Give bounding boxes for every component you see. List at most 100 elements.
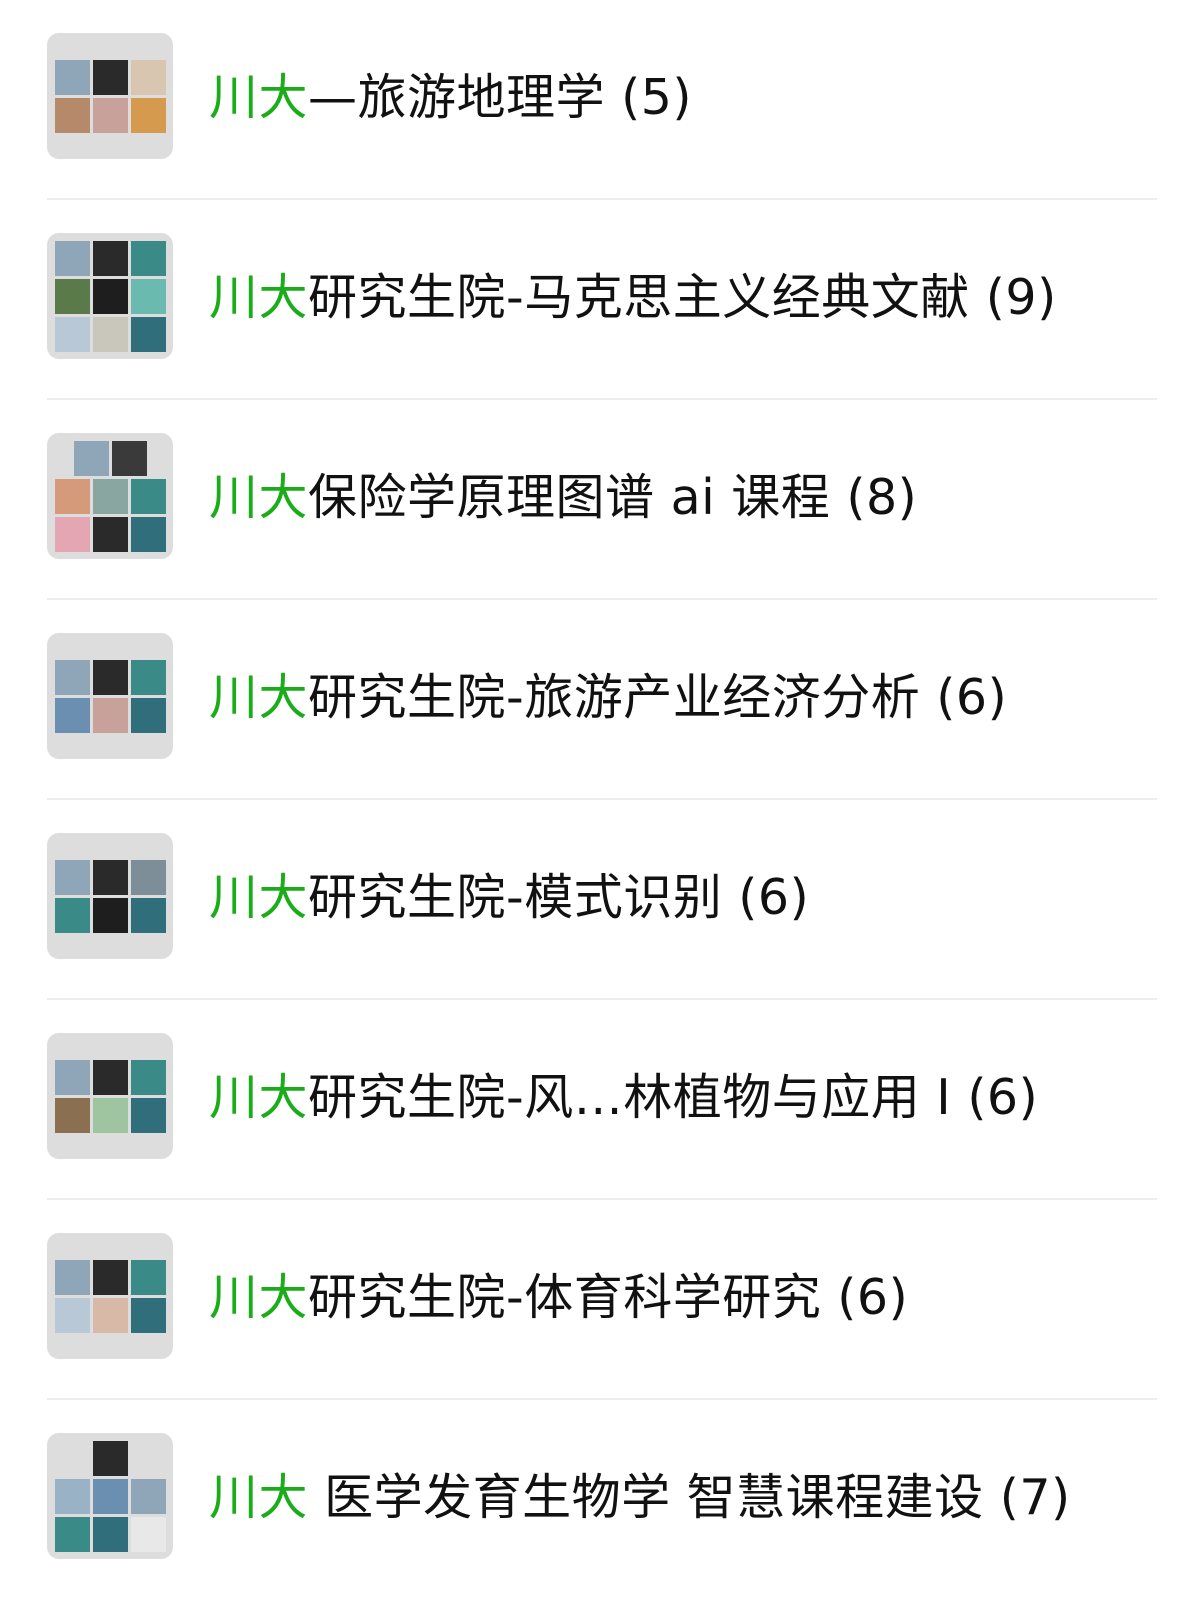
avatar-tile xyxy=(55,1260,90,1295)
avatar-tile xyxy=(55,60,90,95)
avatar-tile xyxy=(131,1260,166,1295)
avatar-tile xyxy=(93,517,128,552)
avatar-tile xyxy=(55,660,90,695)
avatar-tile xyxy=(55,1060,90,1095)
avatar-tile xyxy=(93,241,128,276)
group-name-highlight: 川大 xyxy=(209,1469,309,1526)
avatar-tile xyxy=(131,660,166,695)
avatar-tile xyxy=(131,1479,166,1514)
group-name-text: 研究生院-模式识别 xyxy=(308,869,723,926)
avatar-tile xyxy=(55,898,90,933)
group-name: 川大研究生院-模式识别 (6) xyxy=(209,867,809,929)
avatar-tile xyxy=(55,1098,90,1133)
avatar-tile xyxy=(55,517,90,552)
group-name: 川大保险学原理图谱 ai 课程 (8) xyxy=(209,467,917,529)
avatar-tile xyxy=(55,698,90,733)
group-chat-item[interactable]: 川大—旅游地理学 (5) xyxy=(0,0,1179,200)
group-chat-item[interactable]: 川大 医学发育生物学 智慧课程建设 (7) xyxy=(0,1400,1179,1600)
avatar-tile xyxy=(93,898,128,933)
avatar-tile xyxy=(131,860,166,895)
member-count: (8) xyxy=(846,469,918,526)
member-count: (6) xyxy=(936,669,1008,726)
group-chat-item[interactable]: 川大研究生院-马克思主义经典文献 (9) xyxy=(0,200,1179,400)
group-name-highlight: 川大 xyxy=(209,69,309,126)
avatar-tile xyxy=(93,1479,128,1514)
group-name-highlight: 川大 xyxy=(209,1069,309,1126)
group-name-text: 研究生院-马克思主义经典文献 xyxy=(308,269,970,326)
avatar-tile xyxy=(55,241,90,276)
avatar-tile xyxy=(93,98,128,133)
member-count: (9) xyxy=(985,269,1057,326)
avatar-tile xyxy=(55,1517,90,1552)
avatar-tile xyxy=(131,60,166,95)
group-chat-item[interactable]: 川大研究生院-旅游产业经济分析 (6) xyxy=(0,600,1179,800)
member-count: (5) xyxy=(621,69,693,126)
group-chat-item[interactable]: 川大研究生院-模式识别 (6) xyxy=(0,800,1179,1000)
avatar-tile xyxy=(93,1441,128,1476)
avatar-tile xyxy=(131,241,166,276)
group-name-highlight: 川大 xyxy=(209,669,309,726)
group-avatar xyxy=(47,433,173,559)
group-name: 川大研究生院-旅游产业经济分析 (6) xyxy=(209,667,1007,729)
avatar-tile xyxy=(93,1298,128,1333)
avatar-tile xyxy=(93,60,128,95)
avatar-tile xyxy=(74,441,109,476)
group-name-text: 保险学原理图谱 ai 课程 xyxy=(308,469,831,526)
group-avatar xyxy=(47,233,173,359)
group-name: 川大 医学发育生物学 智慧课程建设 (7) xyxy=(209,1467,1071,1529)
avatar-tile xyxy=(93,279,128,314)
member-count: (7) xyxy=(999,1469,1071,1526)
avatar-tile xyxy=(131,898,166,933)
avatar-tile xyxy=(93,660,128,695)
group-chat-item[interactable]: 川大研究生院-体育科学研究 (6) xyxy=(0,1200,1179,1400)
avatar-tile xyxy=(131,479,166,514)
group-avatar xyxy=(47,1233,173,1359)
avatar-tile xyxy=(131,1298,166,1333)
avatar-tile xyxy=(55,1298,90,1333)
group-name-highlight: 川大 xyxy=(209,469,309,526)
avatar-tile xyxy=(131,317,166,352)
avatar-tile xyxy=(55,860,90,895)
member-count: (6) xyxy=(738,869,810,926)
group-name-text: 研究生院-风…林植物与应用 I xyxy=(308,1069,952,1126)
avatar-tile xyxy=(93,1098,128,1133)
group-name-highlight: 川大 xyxy=(209,1269,309,1326)
group-name: 川大研究生院-风…林植物与应用 I (6) xyxy=(209,1067,1038,1129)
group-avatar xyxy=(47,633,173,759)
avatar-tile xyxy=(131,517,166,552)
group-name-text: —旅游地理学 xyxy=(308,69,606,126)
avatar-tile xyxy=(131,1060,166,1095)
avatar-tile xyxy=(131,1098,166,1133)
avatar-tile xyxy=(131,279,166,314)
group-name-highlight: 川大 xyxy=(209,269,309,326)
group-name-text: 研究生院-体育科学研究 xyxy=(308,1269,822,1326)
avatar-tile xyxy=(55,279,90,314)
group-avatar xyxy=(47,1033,173,1159)
group-name: 川大研究生院-体育科学研究 (6) xyxy=(209,1267,908,1329)
avatar-tile xyxy=(112,441,147,476)
group-avatar xyxy=(47,1433,173,1559)
avatar-tile xyxy=(55,317,90,352)
avatar-tile xyxy=(131,698,166,733)
avatar-tile xyxy=(55,479,90,514)
avatar-tile xyxy=(55,1479,90,1514)
group-avatar xyxy=(47,833,173,959)
avatar-tile xyxy=(93,1517,128,1552)
avatar-tile xyxy=(131,98,166,133)
avatar-tile xyxy=(93,860,128,895)
avatar-tile xyxy=(55,98,90,133)
member-count: (6) xyxy=(967,1069,1039,1126)
group-name-highlight: 川大 xyxy=(209,869,309,926)
group-name: 川大—旅游地理学 (5) xyxy=(209,67,692,129)
avatar-tile xyxy=(93,1060,128,1095)
avatar-tile xyxy=(93,1260,128,1295)
group-chat-item[interactable]: 川大保险学原理图谱 ai 课程 (8) xyxy=(0,400,1179,600)
member-count: (6) xyxy=(837,1269,909,1326)
avatar-tile xyxy=(93,317,128,352)
group-chat-item[interactable]: 川大研究生院-风…林植物与应用 I (6) xyxy=(0,1000,1179,1200)
avatar-tile xyxy=(93,698,128,733)
group-name: 川大研究生院-马克思主义经典文献 (9) xyxy=(209,267,1057,329)
avatar-tile xyxy=(131,1517,166,1552)
group-avatar xyxy=(47,33,173,159)
group-name-text: 研究生院-旅游产业经济分析 xyxy=(308,669,921,726)
